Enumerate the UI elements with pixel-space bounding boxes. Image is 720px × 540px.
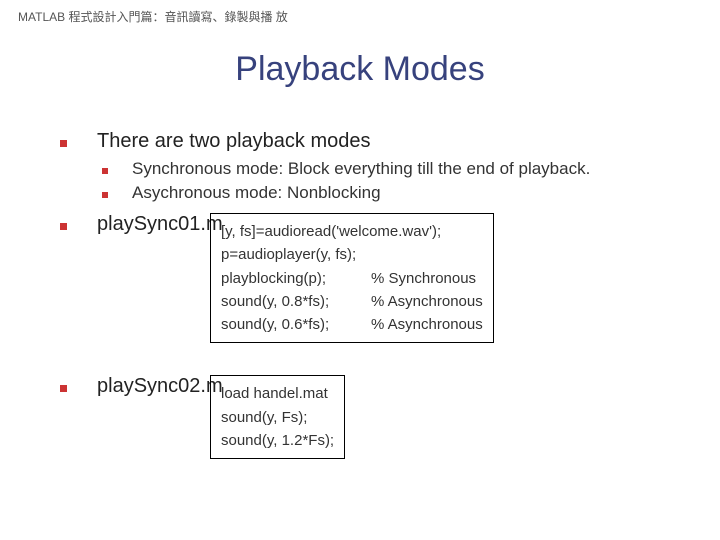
code-line: [y, fs]=audioread('welcome.wav'); [221, 220, 483, 243]
code-line: playblocking(p);% Synchronous [221, 267, 483, 290]
file1-label: playSync01.m [60, 213, 210, 236]
code-box-1: [y, fs]=audioread('welcome.wav'); p=audi… [210, 213, 494, 343]
bullet-text: There are two playback modes [97, 130, 370, 153]
bullet-text: Asychronous mode: Nonblocking [132, 183, 381, 203]
code-line: sound(y, Fs); [221, 406, 334, 429]
bullet-marker-icon [60, 223, 67, 230]
bullet-intro: There are two playback modes [60, 130, 690, 153]
slide-title: Playback Modes [0, 50, 720, 89]
file1-row: playSync01.m [y, fs]=audioread('welcome.… [60, 213, 690, 343]
slide-header: MATLAB 程式設計入門篇：音訊讀寫、錄製與播 放 [18, 8, 288, 25]
bullet-sync: Synchronous mode: Block everything till … [102, 159, 690, 179]
slide-content: There are two playback modes Synchronous… [60, 130, 690, 459]
bullet-marker-icon [60, 140, 67, 147]
file2-row: playSync02.m load handel.mat sound(y, Fs… [60, 375, 690, 459]
filename-text: playSync01.m [97, 213, 223, 236]
bullet-text: Synchronous mode: Block everything till … [132, 159, 590, 179]
code-box-2: load handel.mat sound(y, Fs); sound(y, 1… [210, 375, 345, 459]
bullet-marker-icon [102, 168, 108, 174]
filename-text: playSync02.m [97, 375, 223, 398]
code-line: load handel.mat [221, 382, 334, 405]
file2-label: playSync02.m [60, 375, 210, 398]
bullet-marker-icon [102, 192, 108, 198]
code-line: sound(y, 1.2*Fs); [221, 429, 334, 452]
code-line: p=audioplayer(y, fs); [221, 243, 483, 266]
bullet-async: Asychronous mode: Nonblocking [102, 183, 690, 203]
bullet-marker-icon [60, 385, 67, 392]
code-line: sound(y, 0.6*fs);% Asynchronous [221, 313, 483, 336]
code-line: sound(y, 0.8*fs);% Asynchronous [221, 290, 483, 313]
